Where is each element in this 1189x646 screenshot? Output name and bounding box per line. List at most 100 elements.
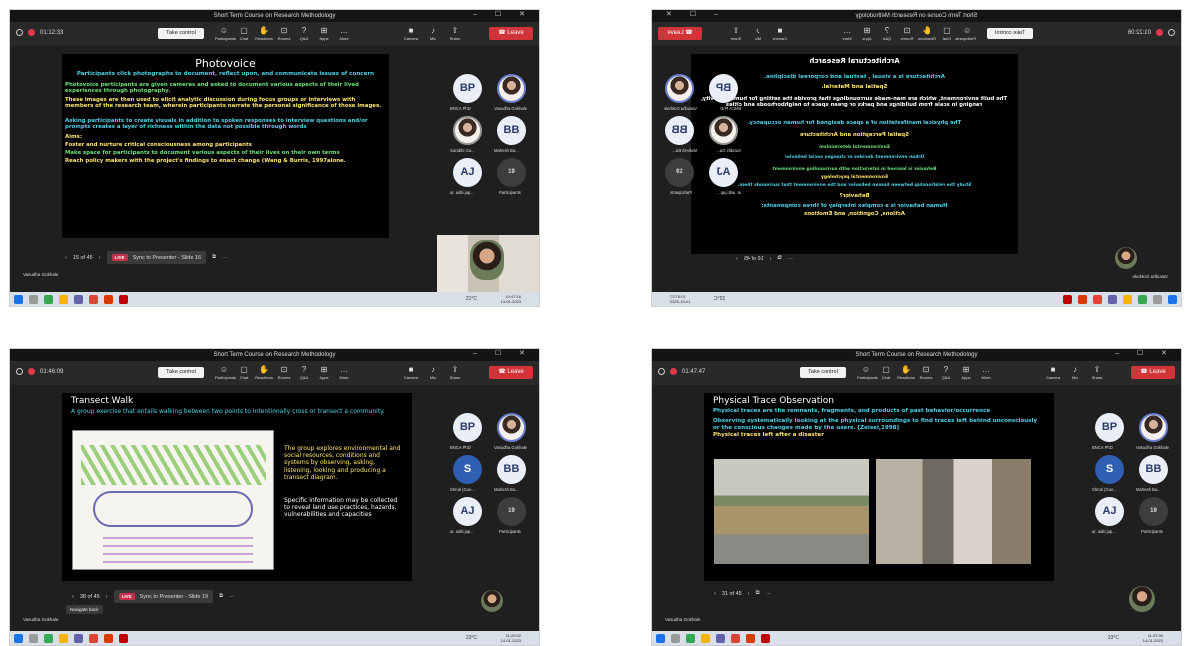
avatar[interactable] (453, 116, 482, 145)
avatar[interactable] (1139, 413, 1168, 442)
folder-icon[interactable] (59, 633, 68, 643)
reactions-button[interactable]: ✋ Reactions (918, 25, 936, 42)
teams-icon[interactable] (74, 294, 83, 304)
teams-icon[interactable] (74, 633, 83, 643)
camera-button[interactable]: ■ Camera (402, 364, 420, 381)
qa-button[interactable]: ? Q&A (878, 25, 896, 42)
camera-button[interactable]: ■ Camera (771, 25, 789, 42)
more-button[interactable]: … More (977, 364, 995, 381)
share-button[interactable]: ⇪ Share (727, 25, 745, 42)
folder-icon[interactable] (701, 633, 710, 643)
search-icon[interactable] (1153, 294, 1162, 304)
powerpoint-icon[interactable] (746, 633, 755, 643)
avatar[interactable]: AJ (453, 158, 482, 187)
search-icon[interactable] (29, 633, 38, 643)
avatar[interactable]: BB (497, 116, 526, 145)
avatar[interactable]: S (1095, 455, 1124, 484)
avatar[interactable] (665, 74, 694, 103)
chat-button[interactable]: ▢ Chat (235, 25, 253, 42)
rooms-button[interactable]: ⊡ Rooms (917, 364, 935, 381)
leave-button[interactable]: ☎ Leave (658, 27, 702, 40)
avatar[interactable] (709, 116, 738, 145)
participant-count[interactable]: 19 (497, 158, 526, 187)
share-button[interactable]: ⇪ Share (446, 364, 464, 381)
windows-icon[interactable] (656, 633, 665, 643)
acrobat-icon[interactable] (1063, 294, 1072, 304)
window-controls[interactable]: – ☐ ✕ (658, 10, 718, 18)
camera-button[interactable]: ■ Camera (1044, 364, 1062, 381)
search-icon[interactable] (29, 294, 38, 304)
chat-button[interactable]: ▢ Chat (938, 25, 956, 42)
avatar[interactable] (497, 413, 526, 442)
popout-icon[interactable]: ⧉ (756, 590, 760, 597)
qa-button[interactable]: ? Q&A (295, 25, 313, 42)
avatar[interactable]: AJ (453, 497, 482, 526)
qa-button[interactable]: ? Q&A (937, 364, 955, 381)
rooms-button[interactable]: ⊡ Rooms (898, 25, 916, 42)
acrobat-icon[interactable] (119, 633, 128, 643)
prev-slide-icon[interactable]: ‹ (72, 594, 74, 600)
avatar[interactable]: BB (665, 116, 694, 145)
folder-icon[interactable] (59, 294, 68, 304)
powerpoint-icon[interactable] (104, 294, 113, 304)
reactions-button[interactable]: ✋ Reactions (897, 364, 915, 381)
mic-button[interactable]: ♪ Mic (424, 25, 442, 42)
more-button[interactable]: … More (335, 25, 353, 42)
chat-button[interactable]: ▢ Chat (877, 364, 895, 381)
popout-icon[interactable]: ⧉ (778, 255, 782, 262)
avatar[interactable]: BP (1095, 413, 1124, 442)
chrome-icon[interactable] (1093, 294, 1102, 304)
take-control-button[interactable]: Take control (158, 367, 204, 378)
participant-count[interactable]: 19 (497, 497, 526, 526)
leave-button[interactable]: ☎ Leave (489, 27, 533, 40)
sync-button[interactable]: LIVE Sync to Presenter - Slide 16 (106, 251, 207, 264)
next-slide-icon[interactable]: › (736, 256, 738, 262)
mic-button[interactable]: ♪ Mic (424, 364, 442, 381)
mic-button[interactable]: ♪ Mic (1066, 364, 1084, 381)
chrome-icon[interactable] (89, 294, 98, 304)
teams-icon[interactable] (1108, 294, 1117, 304)
avatar[interactable]: BP (709, 74, 738, 103)
window-controls[interactable]: – ☐ ✕ (473, 349, 533, 357)
acrobat-icon[interactable] (119, 294, 128, 304)
more-icon[interactable]: ··· (222, 255, 228, 261)
avatar[interactable]: BP (453, 74, 482, 103)
avatar[interactable]: BB (497, 455, 526, 484)
folder-icon[interactable] (1123, 294, 1132, 304)
avatar[interactable]: BB (1139, 455, 1168, 484)
share-button[interactable]: ⇪ Share (446, 25, 464, 42)
chrome-icon[interactable] (89, 633, 98, 643)
edge-icon[interactable] (44, 633, 53, 643)
chrome-icon[interactable] (731, 633, 740, 643)
mic-button[interactable]: ♪ Mic (749, 25, 767, 42)
people-button[interactable]: ☺ Participants (215, 25, 236, 42)
window-controls[interactable]: – ☐ ✕ (473, 10, 533, 18)
edge-icon[interactable] (1138, 294, 1147, 304)
prev-slide-icon[interactable]: ‹ (65, 255, 67, 261)
windows-icon[interactable] (1168, 294, 1177, 304)
people-button[interactable]: ☺ Participants (955, 25, 976, 42)
more-button[interactable]: … More (838, 25, 856, 42)
rooms-button[interactable]: ⊡ Rooms (275, 25, 293, 42)
next-slide-icon[interactable]: › (106, 594, 108, 600)
search-icon[interactable] (671, 633, 680, 643)
prev-slide-icon[interactable]: ‹ (714, 591, 716, 597)
apps-button[interactable]: ⊞ Apps (315, 25, 333, 42)
take-control-button[interactable]: Take control (987, 28, 1033, 39)
share-button[interactable]: ⇪ Share (1088, 364, 1106, 381)
leave-button[interactable]: ☎ Leave (489, 366, 533, 379)
people-button[interactable]: ☺ Participants (857, 364, 878, 381)
prev-slide-icon[interactable]: ‹ (770, 256, 772, 262)
edge-icon[interactable] (44, 294, 53, 304)
popout-icon[interactable]: ⧉ (212, 254, 216, 261)
teams-icon[interactable] (716, 633, 725, 643)
sync-button[interactable]: LIVE Sync to Presenter - Slide 19 (113, 590, 214, 603)
next-slide-icon[interactable]: › (99, 255, 101, 261)
windows-icon[interactable] (14, 294, 23, 304)
participant-count[interactable]: 19 (665, 158, 694, 187)
participant-count[interactable]: 19 (1139, 497, 1168, 526)
avatar[interactable] (497, 74, 526, 103)
window-controls[interactable]: – ☐ ✕ (1115, 349, 1175, 357)
apps-button[interactable]: ⊞ Apps (957, 364, 975, 381)
take-control-button[interactable]: Take control (158, 28, 204, 39)
